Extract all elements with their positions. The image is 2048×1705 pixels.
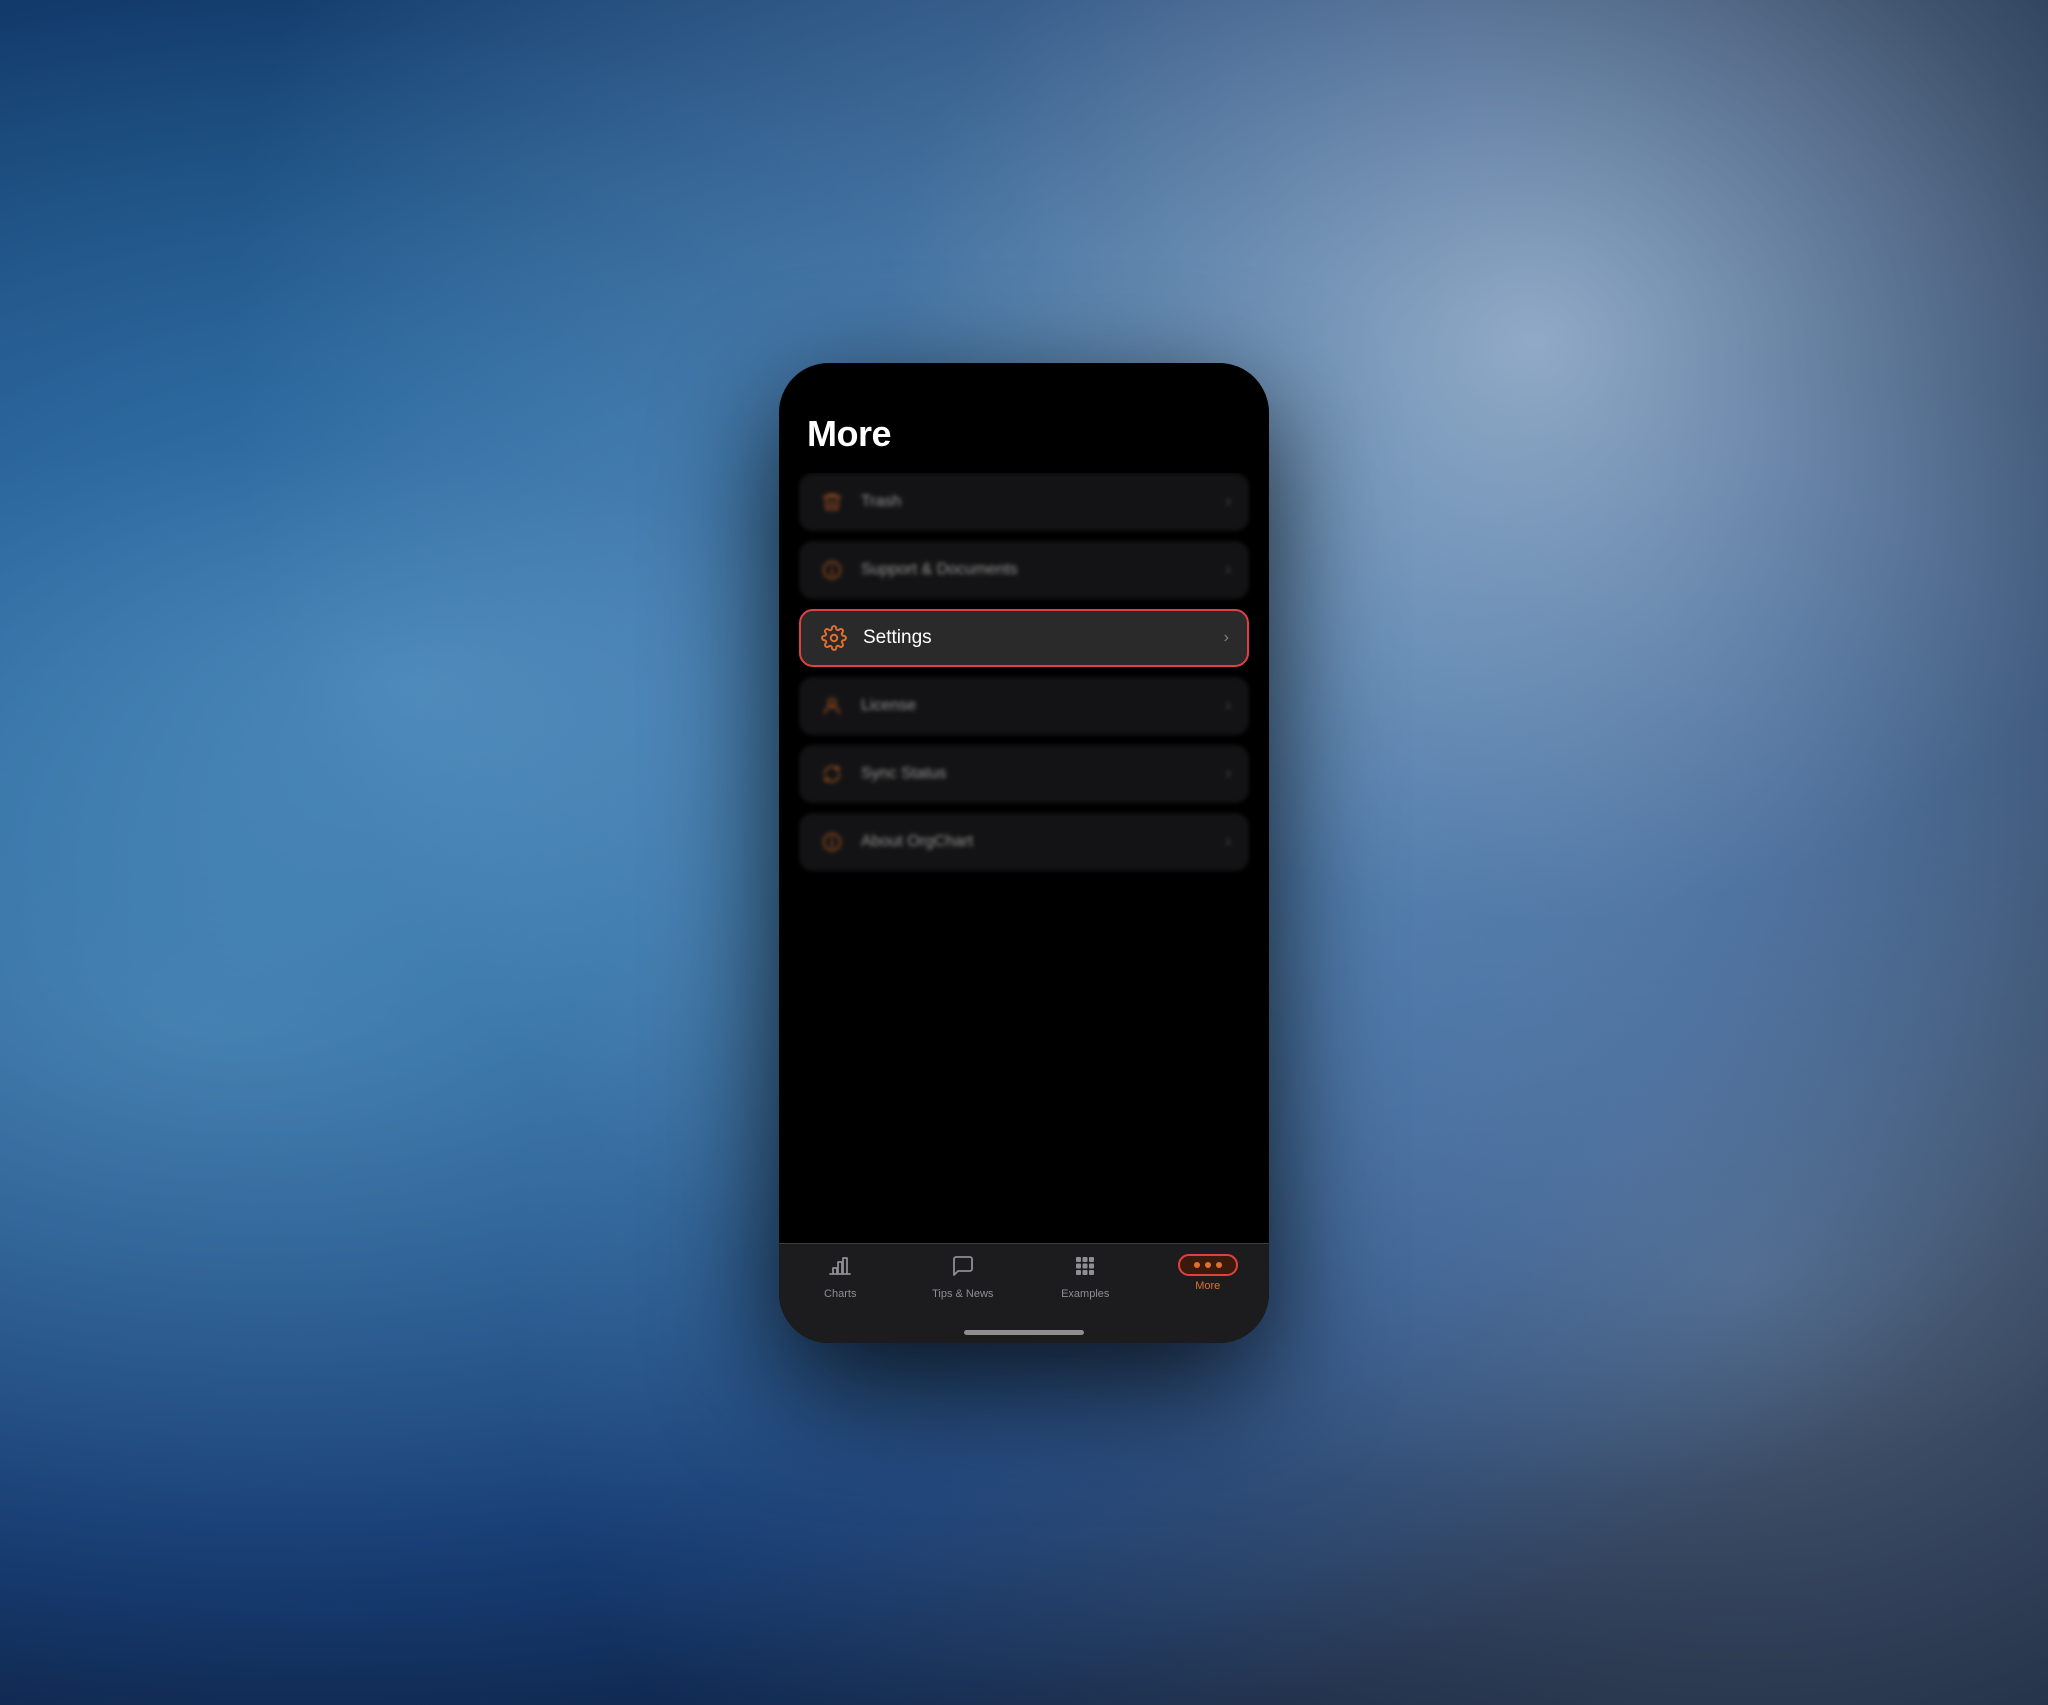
examples-tab-label: Examples	[1061, 1288, 1109, 1300]
menu-item-sync[interactable]: Sync Status ›	[799, 745, 1249, 803]
menu-item-about[interactable]: About OrgChart ›	[799, 813, 1249, 871]
tab-charts[interactable]: Charts	[779, 1254, 902, 1300]
about-chevron: ›	[1226, 833, 1231, 851]
license-label: License	[861, 697, 916, 715]
tips-news-tab-label: Tips & News	[932, 1288, 993, 1300]
home-indicator	[964, 1330, 1084, 1335]
more-dots-icon	[1194, 1262, 1222, 1268]
sync-chevron: ›	[1226, 765, 1231, 783]
menu-list: Trash › Support & Documents ›	[779, 473, 1269, 1243]
menu-item-left: Settings	[819, 623, 932, 653]
page-title: More	[779, 363, 1269, 473]
menu-item-left: License	[817, 691, 916, 721]
charts-icon	[828, 1254, 852, 1284]
license-icon	[817, 691, 847, 721]
menu-item-left: Trash	[817, 487, 901, 517]
license-chevron: ›	[1226, 697, 1231, 715]
menu-item-trash[interactable]: Trash ›	[799, 473, 1249, 531]
about-icon	[817, 827, 847, 857]
trash-chevron: ›	[1226, 493, 1231, 511]
more-icon-box	[1178, 1254, 1238, 1276]
dot-1	[1194, 1262, 1200, 1268]
tab-more[interactable]: More	[1147, 1254, 1270, 1292]
phone-screen: More Trash ›	[779, 363, 1269, 1343]
tips-news-icon	[951, 1254, 975, 1284]
examples-icon	[1073, 1254, 1097, 1284]
dot-2	[1205, 1262, 1211, 1268]
support-label: Support & Documents	[861, 561, 1018, 579]
more-tab-label: More	[1195, 1280, 1220, 1292]
dot-3	[1216, 1262, 1222, 1268]
settings-chevron: ›	[1224, 629, 1229, 647]
settings-label: Settings	[863, 627, 932, 649]
charts-tab-label: Charts	[824, 1288, 856, 1300]
tab-tips-news[interactable]: Tips & News	[902, 1254, 1025, 1300]
sync-label: Sync Status	[861, 765, 946, 783]
phone-frame: More Trash ›	[779, 363, 1269, 1343]
menu-item-left: About OrgChart	[817, 827, 973, 857]
tab-bar: Charts Tips & News	[779, 1243, 1269, 1343]
about-label: About OrgChart	[861, 833, 973, 851]
menu-item-support[interactable]: Support & Documents ›	[799, 541, 1249, 599]
sync-icon	[817, 759, 847, 789]
menu-item-license[interactable]: License ›	[799, 677, 1249, 735]
menu-item-left: Sync Status	[817, 759, 946, 789]
menu-item-settings[interactable]: Settings ›	[799, 609, 1249, 667]
gear-icon	[819, 623, 849, 653]
trash-label: Trash	[861, 493, 901, 511]
support-chevron: ›	[1226, 561, 1231, 579]
tab-examples[interactable]: Examples	[1024, 1254, 1147, 1300]
trash-icon	[817, 487, 847, 517]
support-icon	[817, 555, 847, 585]
menu-item-left: Support & Documents	[817, 555, 1018, 585]
